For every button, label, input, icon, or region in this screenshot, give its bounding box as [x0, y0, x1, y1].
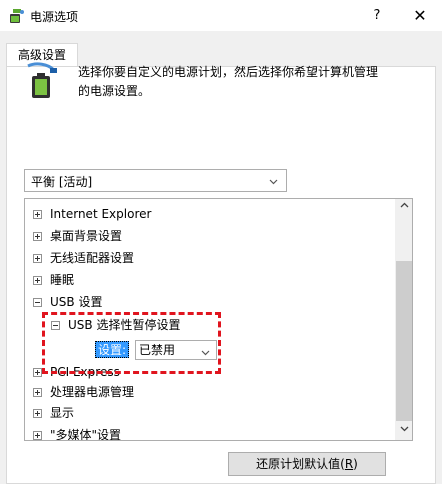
title-bar: 电源选项 ? ✕: [0, 0, 442, 31]
highlight-annotation: [42, 312, 221, 374]
power-plan-select[interactable]: 平衡 [活动]: [24, 169, 287, 192]
power-plan-value: 平衡 [活动]: [31, 175, 93, 189]
close-button[interactable]: ✕: [404, 4, 436, 28]
scroll-thumb[interactable]: [396, 261, 412, 421]
scroll-down-icon[interactable]: [395, 422, 412, 440]
restore-button-label: 还原计划默认值(: [256, 457, 345, 471]
tree-item-label: USB 设置: [50, 295, 103, 309]
tree-item-label: 处理器电源管理: [50, 385, 135, 399]
description-line-1: 选择你要自定义的电源计划，然后选择你希望计算机管理: [78, 65, 379, 79]
tree-item-label: "多媒体"设置: [50, 428, 122, 441]
chevron-down-icon: [269, 175, 278, 185]
tree-item-label: Internet Explorer: [50, 207, 152, 221]
description-line-2: 的电源设置。: [78, 84, 151, 98]
expand-icon[interactable]: [33, 276, 42, 285]
description-text: 选择你要自定义的电源计划，然后选择你希望计算机管理 的电源设置。: [78, 63, 418, 101]
tree-item-label: 睡眠: [50, 273, 75, 287]
expand-icon[interactable]: [33, 368, 42, 377]
power-options-icon: [7, 7, 25, 25]
expand-icon[interactable]: [33, 254, 42, 263]
restore-accelerator: R: [344, 457, 354, 471]
expand-icon[interactable]: [33, 431, 42, 440]
expand-icon[interactable]: [33, 210, 42, 219]
battery-plug-icon: [26, 62, 58, 100]
scroll-up-icon[interactable]: [395, 199, 412, 217]
tree-item-label: 显示: [50, 406, 75, 420]
vertical-scrollbar[interactable]: [395, 199, 412, 440]
tree-item-label: 无线适配器设置: [50, 251, 135, 265]
expand-icon[interactable]: [33, 388, 42, 397]
restore-button-suffix: ): [353, 457, 358, 471]
window-title: 电源选项: [30, 10, 79, 24]
expand-icon[interactable]: [33, 409, 42, 418]
help-button[interactable]: ?: [362, 4, 392, 28]
expand-icon[interactable]: [33, 232, 42, 241]
collapse-icon[interactable]: [33, 298, 42, 307]
tree-item-label: 桌面背景设置: [50, 229, 123, 243]
restore-defaults-button[interactable]: 还原计划默认值(R): [228, 452, 386, 476]
